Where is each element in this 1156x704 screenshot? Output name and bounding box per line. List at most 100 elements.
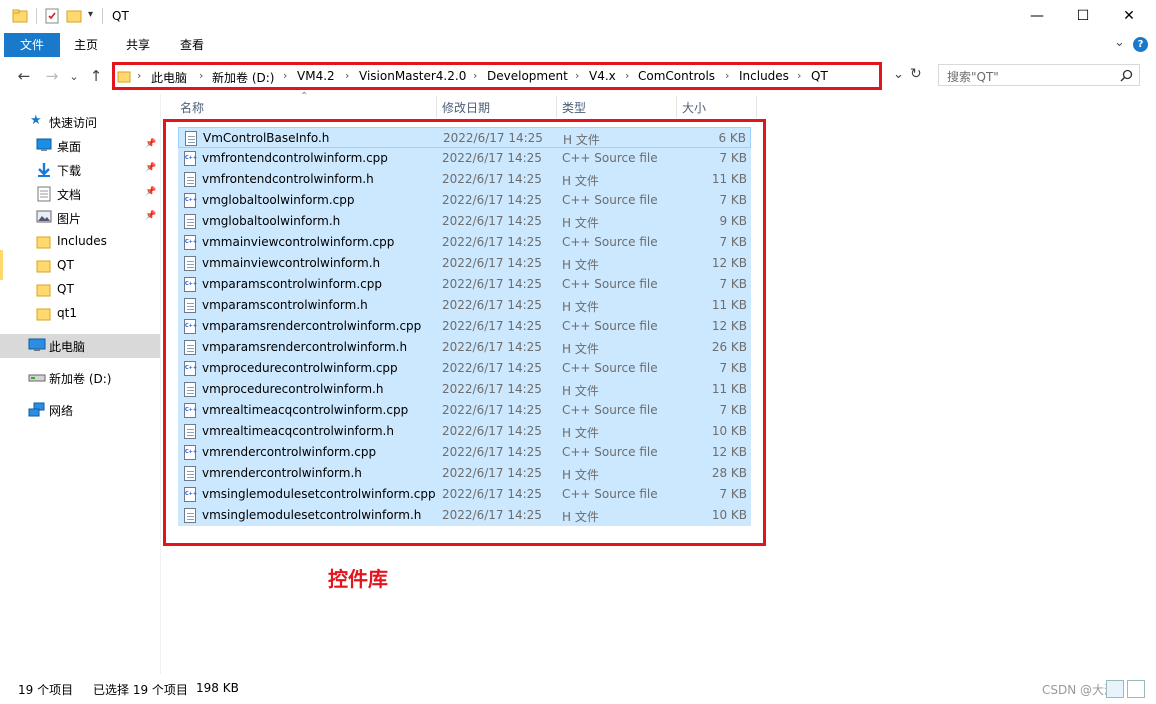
back-button[interactable]: ← (14, 66, 34, 86)
tab-file[interactable]: 文件 (4, 33, 60, 57)
sidebar-item-label: 快速访问 (49, 116, 98, 130)
refresh-icon[interactable]: ↻ (910, 66, 922, 82)
breadcrumb-separator: › (725, 69, 730, 82)
folder-icon (36, 260, 51, 273)
column-name[interactable]: 名称 (180, 99, 204, 116)
sidebar-item-includes[interactable]: Includes (0, 230, 160, 254)
recent-locations-icon[interactable]: ⌄ (64, 66, 84, 86)
sidebar-item-label: 图片 (57, 212, 82, 226)
breadcrumb-item[interactable]: V4.x (589, 69, 616, 83)
minimize-button[interactable]: — (1014, 0, 1060, 32)
column-size[interactable]: 大小 (682, 99, 706, 116)
folder-icon (12, 9, 28, 23)
breadcrumb-item[interactable]: VisionMaster4.2.0 (359, 69, 466, 83)
breadcrumb-separator: › (345, 69, 350, 82)
sidebar-item-drive-d[interactable]: 新加卷 (D:) (0, 366, 160, 390)
column-separator[interactable] (756, 96, 757, 118)
window-edge (0, 250, 3, 280)
pin-icon[interactable]: 📌 (145, 163, 156, 173)
breadcrumb-item[interactable]: Development (487, 69, 568, 83)
column-separator[interactable] (676, 96, 677, 118)
sidebar-item-pictures[interactable]: 图片 📌 (0, 206, 160, 230)
pane-divider[interactable] (160, 94, 161, 674)
details-view-icon[interactable] (1106, 680, 1124, 698)
breadcrumb-item[interactable]: ComControls (638, 69, 715, 83)
folder-icon (36, 308, 51, 321)
breadcrumb-separator: › (625, 69, 630, 82)
folder-icon (36, 284, 51, 297)
status-bar: 19 个项目 已选择 19 个项目 198 KB (0, 676, 1156, 704)
sidebar-item-label: 文档 (57, 188, 82, 202)
sidebar-item-qt1[interactable]: qt1 (0, 302, 160, 326)
large-icons-view-icon[interactable] (1127, 680, 1145, 698)
sort-ascending-icon: ⌃ (300, 91, 309, 102)
computer-icon (28, 338, 46, 351)
breadcrumb-separator: › (473, 69, 478, 82)
breadcrumb-separator: › (199, 69, 204, 82)
tab-view[interactable]: 查看 (170, 33, 214, 57)
properties-icon[interactable] (44, 8, 60, 24)
search-placeholder: 搜索"QT" (947, 70, 999, 84)
sidebar-item-desktop[interactable]: 桌面 📌 (0, 134, 160, 158)
column-header: ⌃ 名称 修改日期 类型 大小 (176, 91, 757, 118)
drive-icon (28, 374, 46, 382)
download-icon (38, 163, 50, 177)
column-separator[interactable] (436, 96, 437, 118)
pin-icon[interactable]: 📌 (145, 139, 156, 149)
watermark: CSDN @大海 (1042, 683, 1117, 697)
breadcrumb-item[interactable]: 新加卷 (D:) (212, 69, 274, 86)
column-type[interactable]: 类型 (562, 99, 586, 116)
selected-size: 198 KB (196, 681, 239, 695)
breadcrumb-item[interactable]: Includes (739, 69, 789, 83)
forward-button[interactable]: → (42, 66, 62, 86)
ribbon-expand-icon[interactable]: ⌄ (1114, 35, 1125, 50)
close-button[interactable]: ✕ (1106, 0, 1152, 32)
breadcrumb-item-current[interactable]: QT (811, 69, 828, 83)
ribbon-tabs: 文件 主页 共享 查看 ⌄ ? (0, 33, 1156, 57)
sidebar-item-network[interactable]: 网络 (0, 398, 160, 422)
help-icon[interactable]: ? (1133, 37, 1148, 52)
maximize-button[interactable]: ☐ (1060, 0, 1106, 32)
sidebar-item-label: qt1 (57, 306, 77, 320)
tab-home[interactable]: 主页 (66, 33, 106, 57)
sidebar-item-this-pc[interactable]: 此电脑 (0, 334, 160, 358)
breadcrumb-item[interactable]: VM4.2 (297, 69, 335, 83)
desktop-icon (36, 138, 52, 151)
sidebar-item-label: QT (57, 258, 74, 272)
search-box[interactable]: 搜索"QT" (938, 64, 1140, 86)
up-button[interactable]: ↑ (86, 66, 106, 86)
document-icon (37, 186, 51, 202)
sidebar-item-quick-access[interactable]: ★ 快速访问 (0, 110, 160, 134)
sidebar-item-label: 下载 (57, 164, 82, 178)
picture-icon (36, 210, 52, 223)
sidebar-item-label: Includes (57, 234, 107, 248)
tab-share[interactable]: 共享 (118, 33, 158, 57)
navigation-pane: ★ 快速访问 桌面 📌 下载 📌 文档 📌 图片 📌 Includes QT Q… (0, 104, 160, 664)
breadcrumb-separator: › (283, 69, 288, 82)
pin-icon[interactable]: 📌 (145, 187, 156, 197)
breadcrumb-item[interactable]: 此电脑 (151, 69, 187, 86)
address-dropdown-icon[interactable]: ⌄ (893, 67, 904, 82)
column-separator[interactable] (556, 96, 557, 118)
sidebar-item-label: QT (57, 282, 74, 296)
breadcrumb-separator: › (575, 69, 580, 82)
pin-icon[interactable]: 📌 (145, 211, 156, 221)
quick-access-toolbar-dropdown-icon[interactable]: ▾ (88, 9, 93, 20)
column-date[interactable]: 修改日期 (442, 99, 490, 116)
sidebar-item-downloads[interactable]: 下载 📌 (0, 158, 160, 182)
sidebar-item-documents[interactable]: 文档 📌 (0, 182, 160, 206)
item-count: 19 个项目 (18, 683, 74, 697)
new-folder-icon[interactable] (66, 8, 82, 24)
sidebar-item-label: 网络 (49, 404, 74, 418)
selected-count: 已选择 19 个项目 (93, 683, 188, 697)
search-icon[interactable] (1120, 69, 1133, 82)
address-bar[interactable]: › 此电脑 › 新加卷 (D:) › VM4.2 › VisionMaster4… (112, 62, 882, 90)
window-title: QT (112, 9, 129, 23)
sidebar-item-label: 桌面 (57, 140, 82, 154)
folder-icon (36, 236, 51, 249)
folder-icon (117, 71, 131, 83)
divider (36, 8, 37, 24)
sidebar-item-qt[interactable]: QT (0, 278, 160, 302)
sidebar-item-qt[interactable]: QT (0, 254, 160, 278)
sidebar-item-label: 新加卷 (D:) (49, 372, 112, 386)
